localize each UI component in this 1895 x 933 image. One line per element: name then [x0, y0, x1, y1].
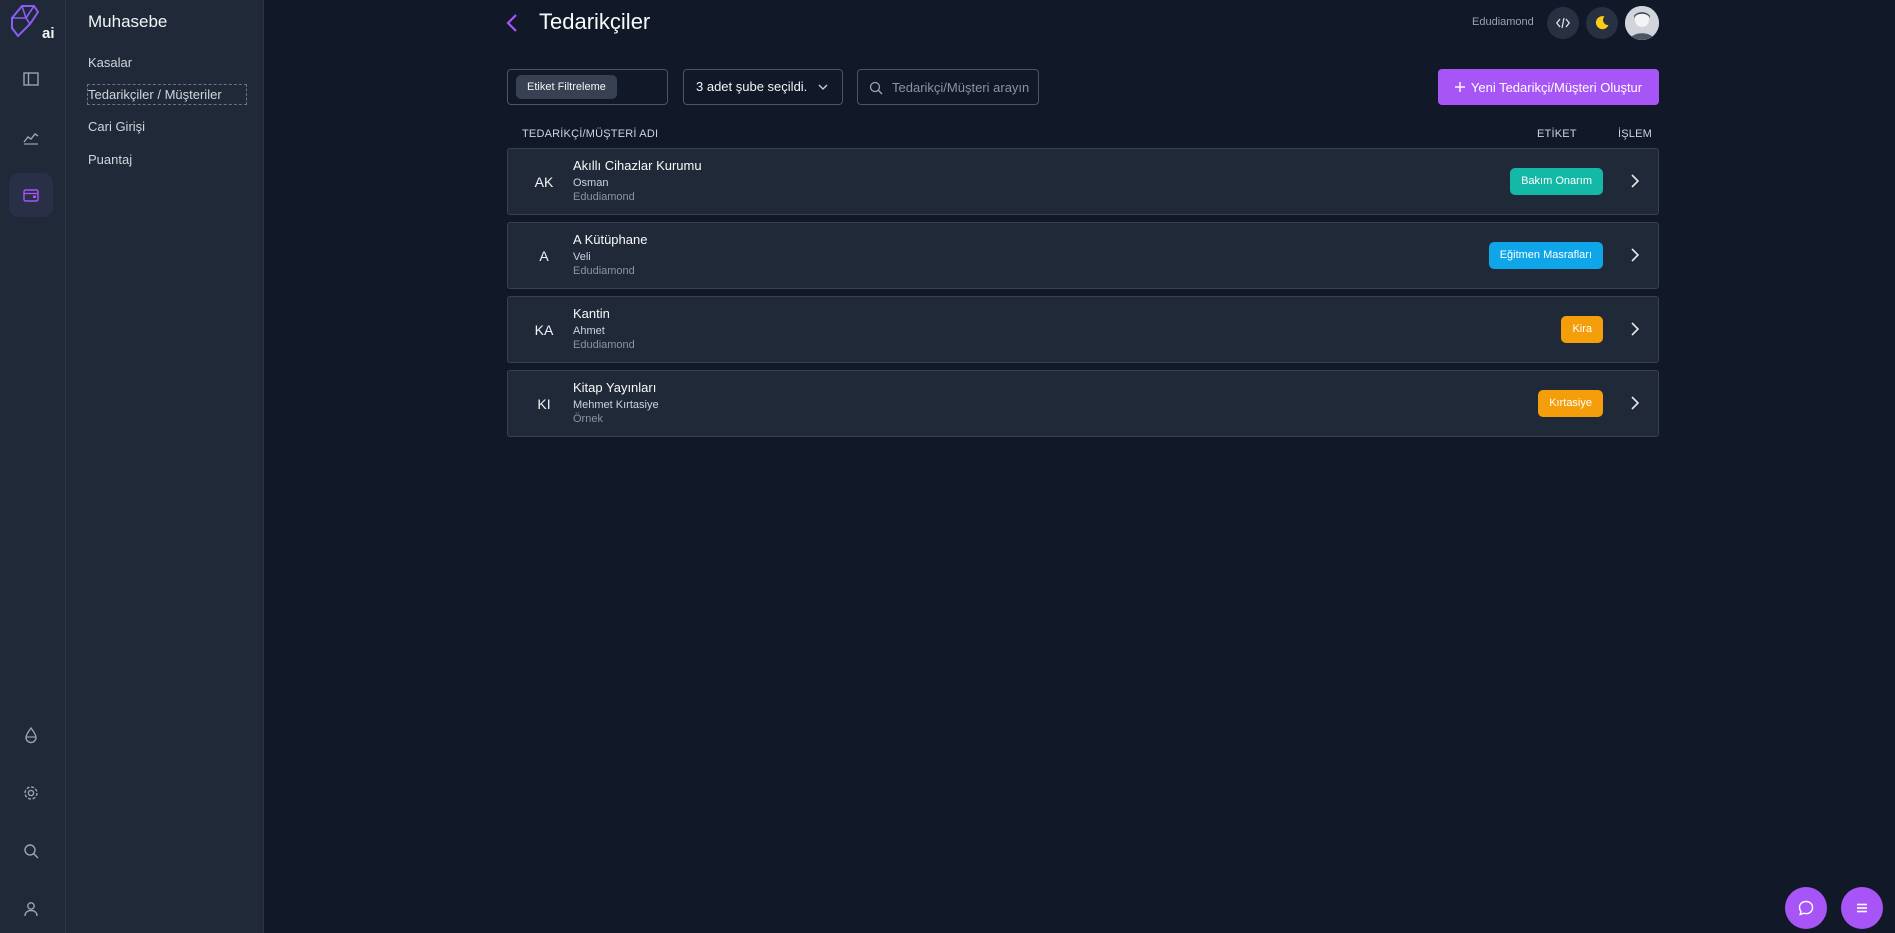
- table-row[interactable]: AK Akıllı Cihazlar Kurumu Osman Edudiamo…: [507, 148, 1659, 215]
- drop-icon: [25, 726, 37, 744]
- row-initials: A: [539, 247, 549, 264]
- rail-settings-button[interactable]: [9, 771, 53, 815]
- row-initials: KA: [534, 321, 554, 338]
- subnav-item-suppliers[interactable]: Tedarikçiler / Müşteriler: [87, 84, 247, 105]
- chevron-right-icon[interactable]: [1630, 173, 1640, 189]
- branch-select[interactable]: 3 adet şube seçildi.: [683, 69, 843, 105]
- search-icon: [24, 844, 39, 859]
- plus-icon: [1454, 82, 1465, 92]
- column-header-tag: ETİKET: [1537, 128, 1577, 140]
- rail-reports-button[interactable]: [9, 115, 53, 159]
- row-name: Akıllı Cihazlar Kurumu: [573, 158, 702, 173]
- column-header-action: İŞLEM: [1618, 128, 1653, 140]
- row-tag-badge: Bakım Onarım: [1510, 168, 1603, 195]
- row-name: A Kütüphane: [573, 232, 648, 247]
- new-supplier-button-label: Yeni Tedarikçi/Müşteri Oluştur: [1470, 79, 1643, 95]
- org-name: Edudiamond: [1472, 16, 1534, 28]
- row-contact: Osman: [573, 177, 609, 189]
- column-header-name: TEDARİKÇİ/MÜŞTERİ ADI: [522, 128, 659, 140]
- row-contact: Veli: [573, 251, 591, 263]
- menu-button[interactable]: [1841, 887, 1883, 929]
- row-initials: KI: [537, 395, 551, 412]
- page-title: Tedarikçiler: [539, 9, 651, 34]
- search-box[interactable]: [857, 69, 1039, 105]
- table-row[interactable]: A A Kütüphane Veli Edudiamond Eğitmen Ma…: [507, 222, 1659, 289]
- dark-mode-toggle[interactable]: [1586, 7, 1618, 39]
- developer-button[interactable]: [1547, 7, 1579, 39]
- row-branch: Edudiamond: [573, 265, 635, 277]
- rail-profile-button[interactable]: [9, 887, 53, 931]
- sidebar-panel-icon: [23, 72, 39, 86]
- chart-line-icon: [23, 133, 39, 145]
- app-logo[interactable]: ai: [8, 2, 54, 42]
- accounting-subnav: Muhasebe Kasalar Tedarikçiler / Müşteril…: [66, 0, 264, 933]
- menu-icon: [1857, 903, 1867, 913]
- logo-text: ai: [42, 25, 54, 42]
- search-input[interactable]: [892, 70, 1036, 104]
- back-arrow-icon[interactable]: [504, 12, 520, 34]
- row-branch: Örnek: [573, 413, 603, 425]
- chat-button[interactable]: [1785, 887, 1827, 929]
- tag-filter-button[interactable]: Etiket Filtreleme: [516, 75, 617, 99]
- rail-theme-button[interactable]: [9, 713, 53, 757]
- rail-accounting-button[interactable]: [9, 173, 53, 217]
- subnav-item-kasalar[interactable]: Kasalar: [88, 53, 132, 72]
- row-contact: Mehmet Kırtasiye: [573, 399, 659, 411]
- main-content: Tedarikçiler Edudiamond Etiket Filtrelem…: [264, 0, 1895, 933]
- row-tag-badge: Kırtasiye: [1538, 390, 1603, 417]
- row-initials: AK: [534, 173, 554, 190]
- row-contact: Ahmet: [573, 325, 605, 337]
- chevron-right-icon[interactable]: [1630, 321, 1640, 337]
- chevron-right-icon[interactable]: [1630, 395, 1640, 411]
- row-branch: Edudiamond: [573, 191, 635, 203]
- table-row[interactable]: KA Kantin Ahmet Edudiamond Kira: [507, 296, 1659, 363]
- user-avatar-icon: [1625, 6, 1659, 40]
- chevron-down-icon: [818, 84, 828, 90]
- icon-rail: ai: [0, 0, 66, 933]
- chevron-right-icon[interactable]: [1630, 247, 1640, 263]
- moon-icon: [1595, 16, 1609, 30]
- row-tag-badge: Kira: [1561, 316, 1603, 343]
- rail-panels-button[interactable]: [9, 57, 53, 101]
- gear-icon: [24, 786, 38, 800]
- avatar[interactable]: [1625, 6, 1659, 40]
- tag-filter[interactable]: Etiket Filtreleme: [507, 69, 668, 105]
- subnav-title: Muhasebe: [88, 12, 168, 31]
- row-name: Kantin: [573, 306, 610, 321]
- search-icon: [869, 81, 883, 95]
- rail-search-button[interactable]: [9, 829, 53, 873]
- chat-icon: [1798, 900, 1814, 916]
- subnav-item-puantaj[interactable]: Puantaj: [88, 150, 132, 169]
- wallet-icon: [23, 189, 39, 202]
- branch-select-value: 3 adet şube seçildi.: [696, 79, 808, 94]
- table-row[interactable]: KI Kitap Yayınları Mehmet Kırtasiye Örne…: [507, 370, 1659, 437]
- subnav-item-cari-girisi[interactable]: Cari Girişi: [88, 117, 145, 136]
- user-icon: [24, 902, 38, 917]
- row-tag-badge: Eğitmen Masrafları: [1488, 242, 1603, 269]
- new-supplier-button[interactable]: Yeni Tedarikçi/Müşteri Oluştur: [1438, 69, 1659, 105]
- row-name: Kitap Yayınları: [573, 380, 657, 395]
- code-icon: [1556, 17, 1570, 29]
- row-branch: Edudiamond: [573, 339, 635, 351]
